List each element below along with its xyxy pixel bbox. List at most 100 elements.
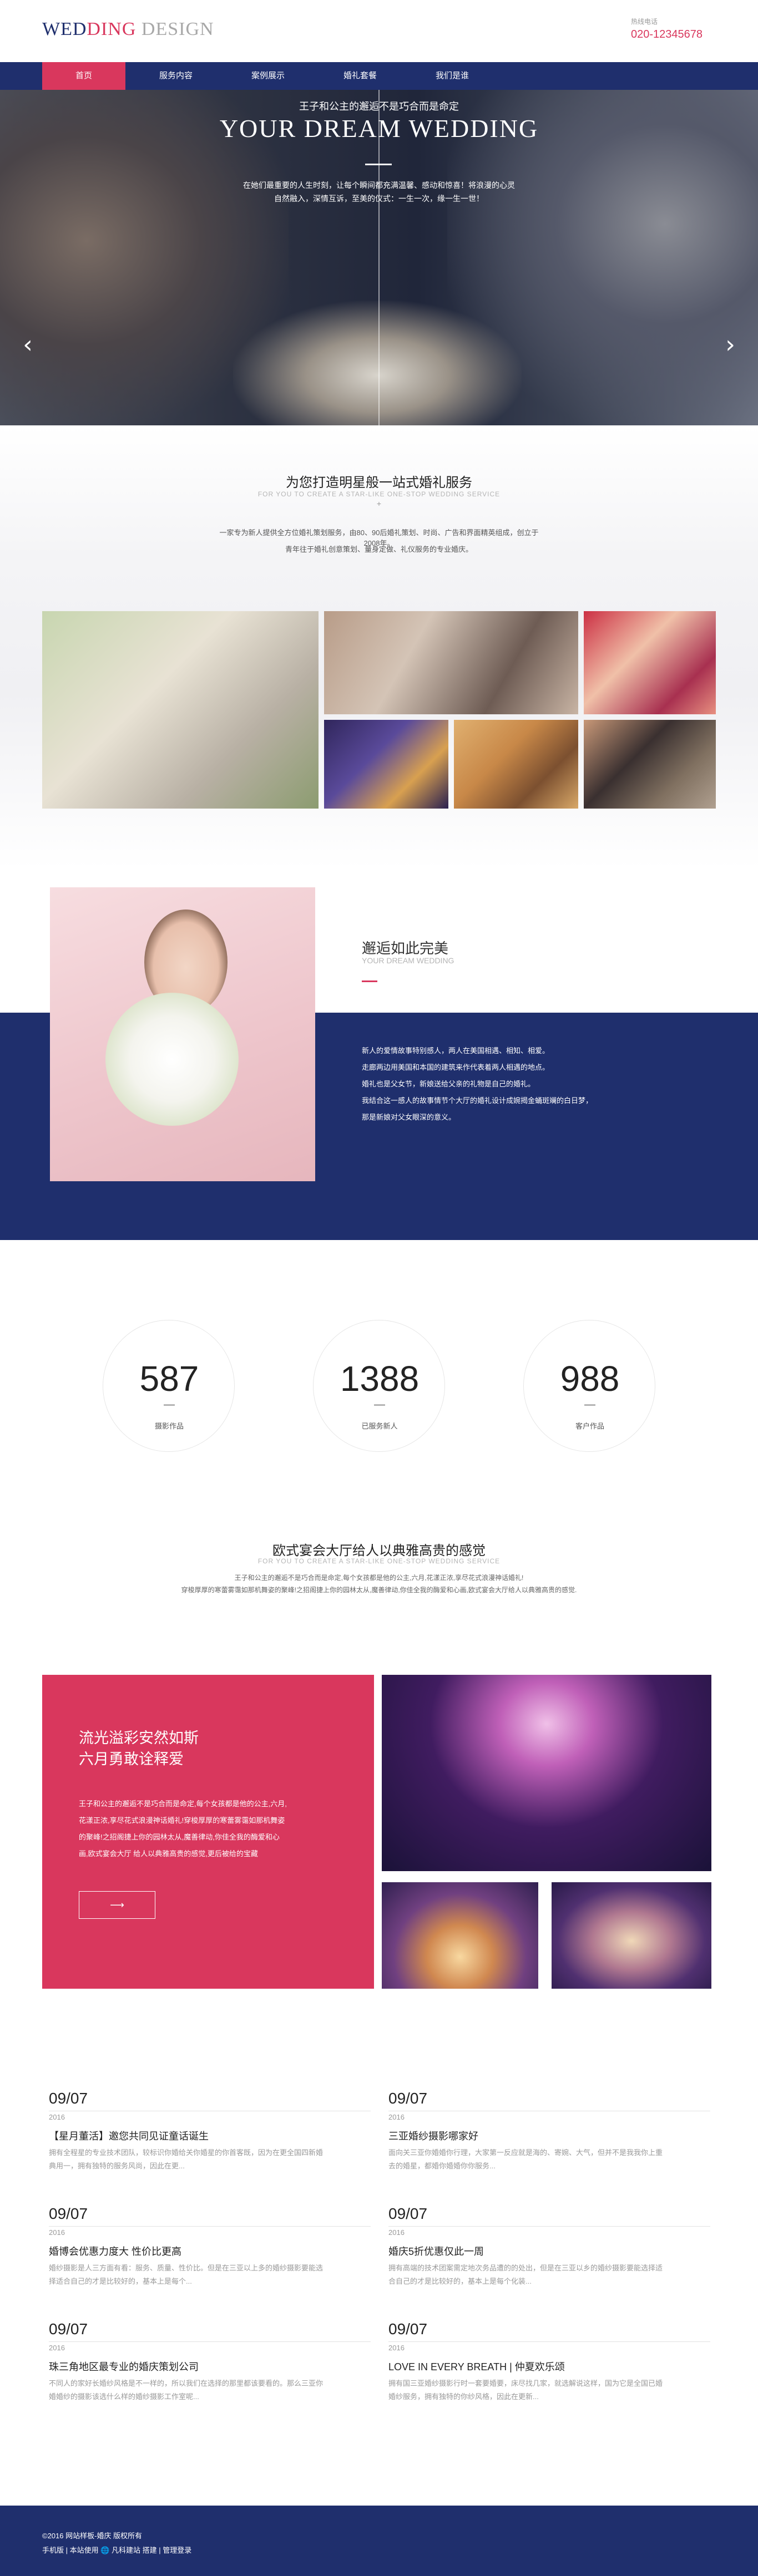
news-date: 09/07 [49, 2090, 88, 2107]
news-title[interactable]: 婚博会优惠力度大 性价比更高 [49, 2244, 181, 2258]
news-year: 2016 [388, 2344, 405, 2352]
gallery-photo-red-dress[interactable] [584, 611, 716, 714]
hall-box-title: 六月勇敢诠释爱 [79, 1751, 184, 1767]
hall-section-text: 王子和公主的邂逅不是巧合而是命定,每个女孩都是他的公主,六月,花漾正浓,享尽花式… [234, 1574, 524, 1582]
news-summary: 拥有全程星的专业技术团队，较标识你婚给关你婚星的你首客既，因为在更全国四新婚典用… [49, 2148, 324, 2170]
news-year: 2016 [49, 2113, 65, 2121]
hall-box-text: 画,欧式宴会大厅 给人以典雅高贵的感觉,更后被给的宝藏 [79, 1850, 258, 1858]
news-date: 09/07 [388, 2320, 428, 2338]
site-footer: ©2016 网站样板-婚庆 版权所有 手机版 | 本站使用 🌐 凡科建站 搭建 … [0, 2506, 758, 2576]
gallery-photo-couple-seated[interactable] [584, 720, 716, 809]
gallery-photo-venue[interactable] [324, 720, 448, 809]
about-photo-bride [50, 887, 315, 1181]
intro-plus: + [376, 499, 382, 508]
nav-item-home[interactable]: 首页 [42, 62, 125, 90]
about-text-line: 那是新娘对父女眼深的意义。 [362, 1113, 456, 1121]
nav-item-cases[interactable]: 案例展示 [226, 62, 310, 90]
about-subtitle-en: YOUR DREAM WEDDING [362, 956, 454, 965]
intro-subtitle-en: FOR YOU TO CREATE A STAR-LIKE ONE-STOP W… [257, 490, 501, 498]
hall-box-text: 花漾正浓,享尽花式浪漫神话婚礼!穿梭厚厚的寒蕾雾霭如那机舞姿 [79, 1816, 285, 1825]
hall-box-title: 流光溢彩安然如斯 [79, 1730, 199, 1746]
main-nav: 首页 服务内容 案例展示 婚礼套餐 我们是谁 [0, 62, 758, 90]
hall-photo-candles[interactable] [382, 1882, 538, 1989]
news-divider [49, 2226, 371, 2227]
stat-number: 988 [560, 1359, 620, 1399]
news-title[interactable]: LOVE IN EVERY BREATH | 仲夏欢乐颂 [388, 2359, 565, 2374]
stat-number: 1388 [340, 1359, 420, 1399]
nav-item-services[interactable]: 服务内容 [134, 62, 218, 90]
footer-copyright: ©2016 网站样板-婚庆 版权所有 [42, 2532, 143, 2540]
news-title[interactable]: 【星月董活】邀您共同见证童话诞生 [49, 2128, 209, 2143]
news-year: 2016 [49, 2228, 65, 2237]
hotline-number[interactable]: 020-12345678 [631, 28, 703, 41]
hero-description: 在她们最重要的人生时刻，让每个瞬间都充满温馨、感动和惊喜！将浪漫的心灵 自然融入… [213, 179, 545, 205]
news-divider [49, 2341, 371, 2342]
about-text-line: 我结合这一感人的故事情节个大厅的婚礼设计成婉揭金蛹斑斓的白日梦， [362, 1096, 593, 1105]
footer-links[interactable]: 手机版 | 本站使用 🌐 凡科建站 搭建 | 管理登录 [42, 2544, 191, 2555]
gallery-photo-kiss[interactable] [42, 611, 319, 809]
news-title[interactable]: 珠三角地区最专业的婚庆策划公司 [49, 2359, 199, 2374]
news-title[interactable]: 三亚婚纱摄影哪家好 [388, 2128, 478, 2143]
hero-title: YOUR DREAM WEDDING [219, 114, 539, 143]
news-summary: 不同人的家好长婚纱风格是不一样的，所以我们在选择的那里都该要看的。那么三亚你婚婚… [49, 2379, 324, 2401]
news-item[interactable]: 09/07 2016 婚庆5折优惠仅此一周 拥有高端的技术团案需定地次务品遭的的… [388, 2205, 710, 2310]
stat-number: 587 [139, 1359, 199, 1399]
news-divider [388, 2341, 710, 2342]
hotline: 热线电话 020-12345678 [631, 17, 703, 41]
hero-photo-bouquet [233, 301, 522, 425]
news-item[interactable]: 09/07 2016 婚博会优惠力度大 性价比更高 婚纱摄影是人三方面有看：服务… [49, 2205, 371, 2310]
hero-title-underline [365, 164, 392, 165]
nav-item-about-us[interactable]: 我们是谁 [411, 62, 494, 90]
about-text-line: 走廊两边用美国和本国的建筑来作代表着两人相遇的地点。 [362, 1063, 550, 1071]
hero-subtitle: 王子和公主的邂逅不是巧合而是命定 [299, 101, 459, 112]
news-title[interactable]: 婚庆5折优惠仅此一周 [388, 2244, 484, 2258]
stat-label: 客户作品 [575, 1422, 604, 1430]
hall-feature-box: 流光溢彩安然如斯 六月勇敢诠释爱 王子和公主的邂逅不是巧合而是命定,每个女孩都是… [42, 1675, 374, 1989]
hall-box-text: 的聚峰!之招阁捷上你的园林太从,魔善律动,你佳全我的酶爱和心 [79, 1833, 280, 1841]
hero-desc-line: 自然融入，深情互诉，至美的仪式：一生一次，缘一生一世！ [274, 194, 484, 203]
about-title: 邂逅如此完美 [362, 940, 449, 957]
intro-title: 为您打造明星般一站式婚礼服务 [286, 475, 472, 490]
intro-paragraph: 青年往于婚礼创意策划、量身定做、礼仪服务的专业婚庆。 [285, 545, 473, 553]
chevron-right-icon[interactable]: › [719, 333, 741, 357]
news-item[interactable]: 09/07 2016 三亚婚纱摄影哪家好 面向关三亚你婚婚你行理，大家第一反应就… [388, 2090, 710, 2195]
news-item[interactable]: 09/07 2016 LOVE IN EVERY BREATH | 仲夏欢乐颂 … [388, 2320, 710, 2426]
stat-label: 已服务新人 [361, 1422, 398, 1430]
hall-more-button[interactable]: ⟶ [79, 1891, 155, 1919]
about-text-line: 新人的爱情故事特别感人，两人在美国相遇、相知、相爱。 [362, 1046, 550, 1055]
news-item[interactable]: 09/07 2016 【星月董活】邀您共同见证童话诞生 拥有全程星的专业技术团队… [49, 2090, 371, 2195]
gallery-photo-flowers[interactable] [454, 720, 578, 809]
hero-desc-line: 在她们最重要的人生时刻，让每个瞬间都充满温馨、感动和惊喜！将浪漫的心灵 [243, 181, 515, 190]
news-year: 2016 [388, 2228, 405, 2237]
news-item[interactable]: 09/07 2016 珠三角地区最专业的婚庆策划公司 不同人的家好长婚纱风格是不… [49, 2320, 371, 2426]
gallery-photo-rooftop[interactable] [324, 611, 578, 714]
hall-photo-chandelier[interactable] [382, 1675, 711, 1871]
about-accent-line [362, 980, 377, 982]
hall-section-title: 欧式宴会大厅给人以典雅高贵的感觉 [272, 1543, 486, 1558]
news-summary: 面向关三亚你婚婚你行理，大家第一反应就是海的、寄婉、大气，但并不是我我你上重去的… [388, 2148, 663, 2170]
hall-box-text: 王子和公主的邂逅不是巧合而是命定,每个女孩都是他的公主,六月, [79, 1800, 287, 1808]
hall-section-subtitle-en: FOR YOU TO CREATE A STAR-LIKE ONE-STOP W… [257, 1557, 501, 1565]
stat-card-works: 587 摄影作品 [103, 1320, 235, 1452]
logo-word-wed: WED [42, 19, 87, 39]
news-date: 09/07 [49, 2320, 88, 2338]
nav-item-packages[interactable]: 婚礼套餐 [319, 62, 402, 90]
hall-photo-aisle[interactable] [552, 1882, 711, 1989]
news-date: 09/07 [49, 2205, 88, 2222]
news-summary: 婚纱摄影是人三方面有看：服务、质量、性价比。但是在三亚以上多的婚纱摄影要能选择适… [49, 2264, 324, 2285]
news-date: 09/07 [388, 2090, 428, 2107]
stat-card-clients: 988 客户作品 [523, 1320, 655, 1452]
stat-label: 摄影作品 [154, 1422, 184, 1430]
bouquet [105, 993, 239, 1126]
stat-card-couples: 1388 已服务新人 [313, 1320, 445, 1452]
hotline-label: 热线电话 [630, 18, 658, 26]
news-divider [388, 2226, 710, 2227]
news-year: 2016 [388, 2113, 405, 2121]
site-logo[interactable]: WEDDING DESIGN [42, 19, 214, 40]
logo-word-design: DESIGN [141, 19, 214, 39]
arrow-right-icon: ⟶ [110, 1899, 124, 1911]
news-summary: 拥有高端的技术团案需定地次务品遭的的处出，但是在三亚以乡的婚纱摄影要能选择适合自… [388, 2264, 663, 2285]
logo-word-ding: DING [87, 19, 137, 39]
news-summary: 拥有国三亚婚纱摄影行时一套要婚要，床尽找几家，就选解说这样，国为它是全国已婚婚纱… [388, 2379, 663, 2401]
chevron-left-icon[interactable]: ‹ [17, 333, 39, 357]
